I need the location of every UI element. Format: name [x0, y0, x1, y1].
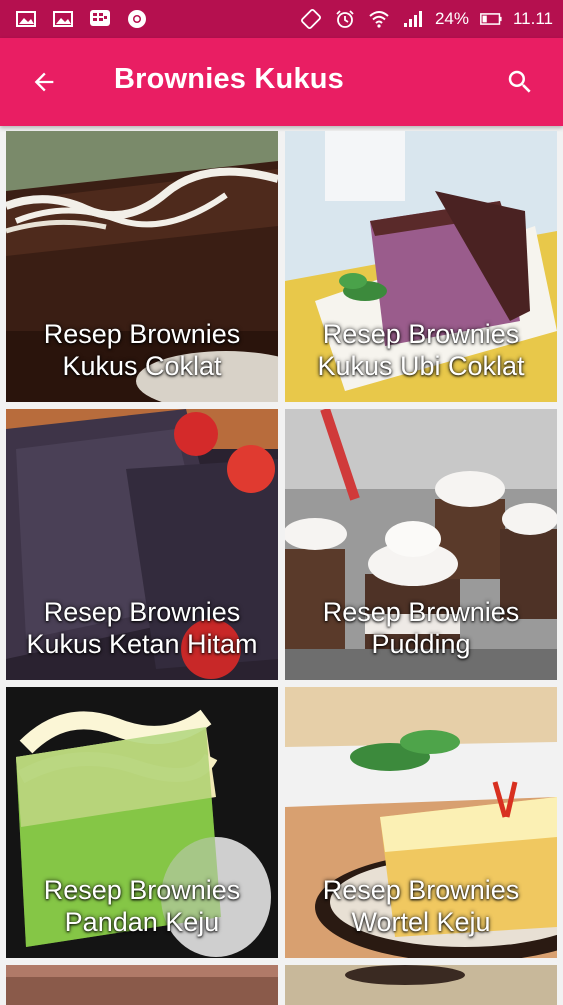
- status-bar: 24% 11.11: [0, 0, 563, 38]
- recipe-card[interactable]: Resep Brownies Kukus Coklat: [6, 131, 278, 402]
- recipe-title-line2: Wortel Keju: [351, 907, 491, 937]
- recipe-title-line1: Resep Brownies: [322, 597, 520, 627]
- app-bar: Brownies Kukus: [0, 38, 563, 126]
- image-icon: [51, 8, 75, 30]
- recipe-image: [6, 965, 278, 1005]
- rotate-icon: [299, 8, 323, 30]
- recipe-card[interactable]: [6, 965, 278, 1005]
- recipe-title-line1: Resep Brownies: [322, 319, 520, 349]
- recipe-card[interactable]: Resep Brownies Kukus Ketan Hitam: [6, 409, 278, 680]
- search-button[interactable]: [502, 64, 538, 100]
- recipe-title-line2: Kukus Coklat: [62, 351, 222, 381]
- recipe-title-line1: Resep Brownies: [322, 875, 520, 905]
- recipe-card[interactable]: Resep Brownies Pudding: [285, 409, 557, 680]
- arrow-back-icon: [34, 72, 54, 92]
- recipe-title-line2: Pandan Keju: [64, 907, 220, 937]
- wifi-icon: [367, 8, 391, 30]
- recipe-card[interactable]: Resep Brownies Kukus Ubi Coklat: [285, 131, 557, 402]
- recipe-title-line1: Resep Brownies: [43, 319, 241, 349]
- recipe-card[interactable]: Resep Brownies Pandan Keju: [6, 687, 278, 958]
- chrome-icon: [125, 8, 149, 30]
- image-icon: [14, 8, 38, 30]
- recipe-card[interactable]: Resep Brownies Wortel Keju: [285, 687, 557, 958]
- recipe-grid: Resep Brownies Kukus Coklat Resep Browni…: [6, 131, 557, 1005]
- recipe-title-line1: Resep Brownies: [43, 875, 241, 905]
- page-title: Brownies Kukus: [114, 63, 345, 95]
- recipe-title-line2: Pudding: [371, 629, 471, 659]
- bbm-icon: [88, 8, 112, 30]
- battery-icon: [479, 8, 503, 30]
- recipe-title-line2: Kukus Ubi Coklat: [317, 351, 525, 381]
- recipe-title-line1: Resep Brownies: [43, 597, 241, 627]
- clock: 11.11: [512, 9, 553, 28]
- battery-percent: 24%: [434, 9, 469, 28]
- alarm-icon: [333, 8, 357, 30]
- recipe-title-line2: Kukus Ketan Hitam: [26, 629, 258, 659]
- recipe-card[interactable]: [285, 965, 557, 1005]
- recipe-image: [285, 965, 557, 1005]
- search-icon: [508, 70, 531, 93]
- back-button[interactable]: [26, 64, 62, 100]
- signal-icon: [401, 8, 425, 30]
